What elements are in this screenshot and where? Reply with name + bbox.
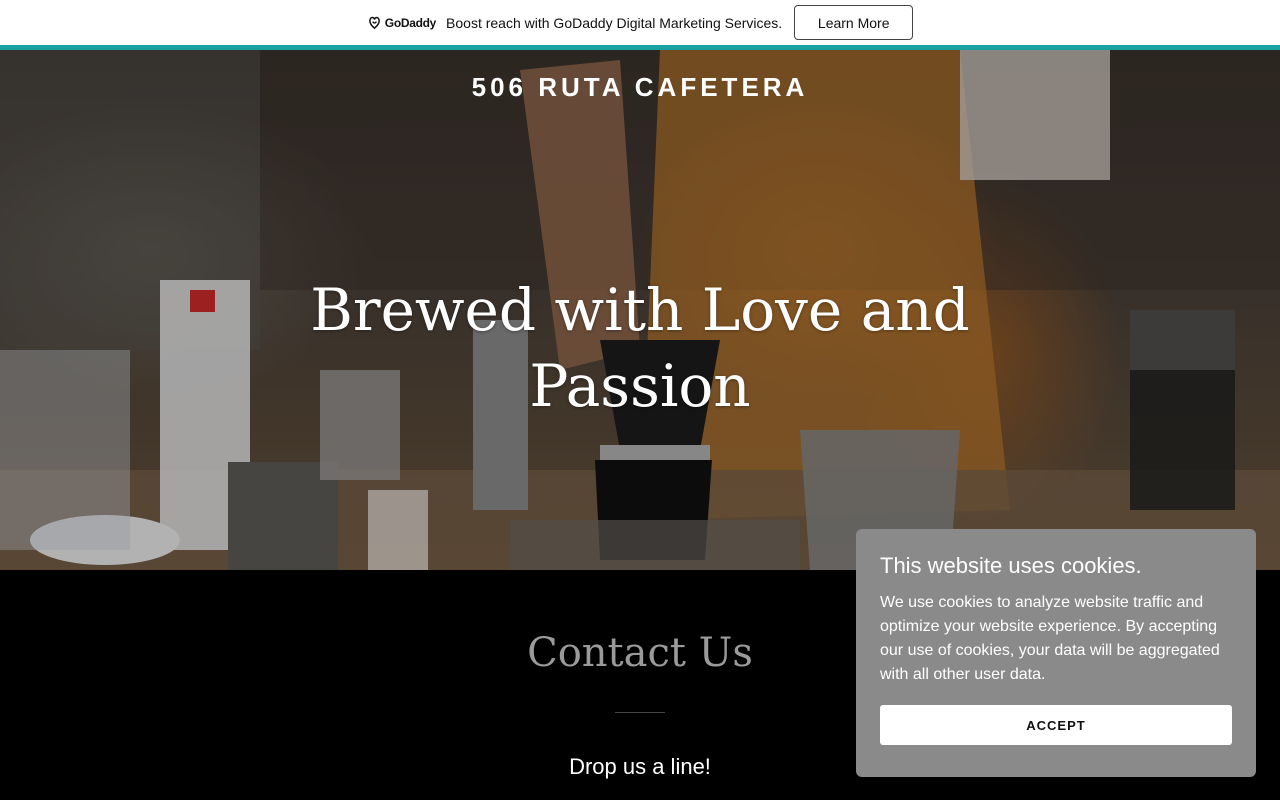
godaddy-icon bbox=[368, 16, 380, 30]
cookie-banner-body: We use cookies to analyze website traffi… bbox=[880, 594, 1220, 683]
hero-headline: Brewed with Love and Passion bbox=[310, 276, 970, 420]
section-divider bbox=[615, 712, 665, 713]
site-title[interactable]: 506 RUTA CAFETERA bbox=[0, 72, 1280, 103]
cookie-banner-title: This website uses cookies. bbox=[880, 553, 1142, 578]
learn-more-button[interactable]: Learn More bbox=[794, 5, 914, 40]
godaddy-logo-text: GoDaddy bbox=[384, 15, 437, 30]
hero-section: 506 RUTA CAFETERA Brewed with Love and P… bbox=[0, 50, 1280, 570]
godaddy-logo[interactable]: GoDaddy bbox=[367, 15, 436, 30]
promo-message: Boost reach with GoDaddy Digital Marketi… bbox=[446, 14, 783, 31]
cookie-banner: This website uses cookies. We use cookie… bbox=[856, 529, 1256, 777]
accept-cookies-button[interactable]: ACCEPT bbox=[880, 705, 1232, 745]
promo-bar: GoDaddy Boost reach with GoDaddy Digital… bbox=[0, 0, 1280, 45]
